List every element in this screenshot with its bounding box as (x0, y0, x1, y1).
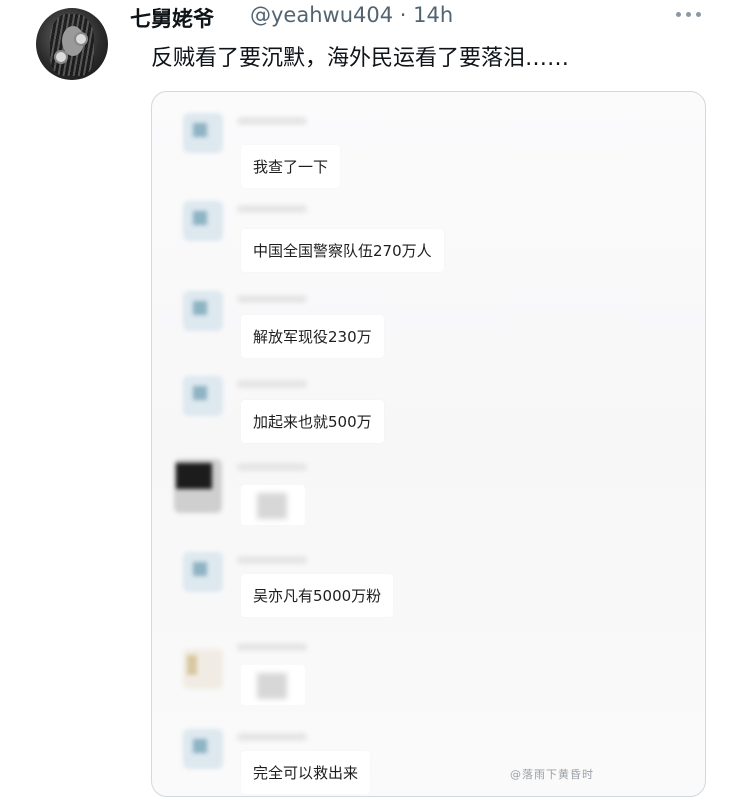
chat-avatar (174, 459, 222, 513)
chat-avatar (183, 201, 223, 241)
chat-sender-name (237, 463, 307, 471)
tweet-text: 反贼看了要沉默，海外民运看了要落泪…… (151, 46, 570, 71)
chat-bubble: 加起来也就500万 (241, 400, 384, 443)
tweet-media-image[interactable]: 我查了一下 中国全国警察队伍270万人 解放军现役230万 加起来也就500万 … (151, 91, 706, 797)
chat-avatar (183, 552, 223, 592)
chat-bubble: 中国全国警察队伍270万人 (241, 229, 444, 272)
chat-sender-name (237, 117, 307, 125)
chat-bubble: 完全可以救出来 (241, 751, 371, 794)
display-name[interactable]: 七舅姥爷 (130, 3, 214, 33)
avatar-flower (56, 52, 66, 62)
user-avatar[interactable] (36, 8, 108, 80)
handle-and-time[interactable]: @yeahwu404 · 14h (250, 3, 453, 27)
chat-sender-name (237, 380, 307, 388)
chat-bubble-blurred (241, 665, 305, 705)
chat-avatar (183, 649, 223, 689)
chat-bubble: 吴亦凡有5000万粉 (241, 574, 394, 617)
chat-sender-name (237, 733, 307, 741)
chat-bubble: 解放军现役230万 (241, 315, 384, 358)
chat-sender-name (237, 295, 307, 303)
more-horizontal-icon[interactable] (676, 12, 702, 20)
chat-avatar (183, 113, 223, 153)
chat-avatar (183, 729, 223, 769)
chat-bubble: 我查了一下 (241, 145, 341, 188)
chat-avatar (183, 376, 223, 416)
avatar-flower (76, 34, 86, 44)
chat-avatar (183, 291, 223, 331)
watermark: @落雨下黄昏时 (510, 768, 594, 781)
chat-sender-name (237, 556, 307, 564)
chat-sender-name (237, 205, 307, 213)
chat-bubble-blurred (241, 485, 305, 525)
chat-sender-name (237, 643, 307, 651)
